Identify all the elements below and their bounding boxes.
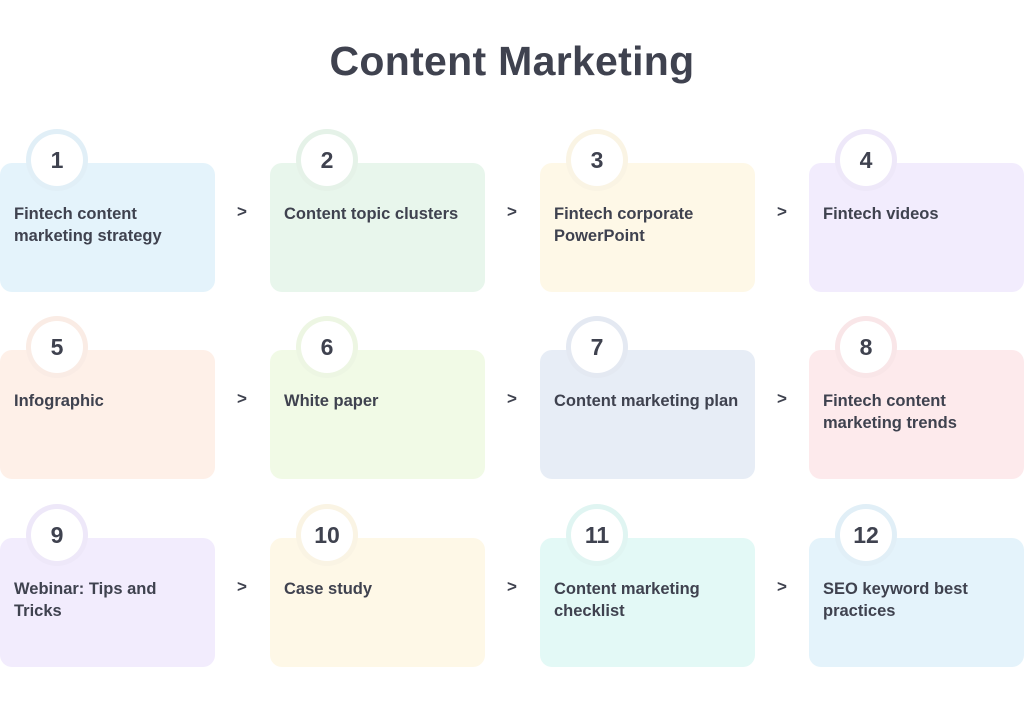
step-number-badge: 7 [571,321,623,373]
step-card-8: 8 Fintech content marketing trends [809,316,1024,479]
step-number-badge: 12 [840,509,892,561]
card-background [270,163,485,292]
card-background [270,350,485,479]
card-background [540,350,755,479]
step-number-badge: 5 [31,321,83,373]
step-number-badge: 8 [840,321,892,373]
chevron-right-icon: > [507,202,517,221]
step-number-badge: 6 [301,321,353,373]
step-card-9: 9 Webinar: Tips and Tricks [0,504,215,667]
step-card-10: 10 Case study [270,504,485,667]
step-number-badge: 3 [571,134,623,186]
step-number-badge: 2 [301,134,353,186]
step-label: Fintech content marketing strategy [14,205,162,245]
step-card-2: 2 Content topic clusters [270,129,485,292]
step-card-12: 12 SEO keyword best practices [809,504,1024,667]
step-card-6: 6 White paper [270,316,485,479]
chevron-right-icon: > [777,389,787,408]
step-number-badge: 1 [31,134,83,186]
chevron-right-icon: > [237,577,247,596]
step-card-5: 5 Infographic [0,316,215,479]
chevron-right-icon: > [777,577,787,596]
step-label: Fintech corporate PowerPoint [554,205,694,245]
step-number-badge: 4 [840,134,892,186]
step-number-badge: 10 [301,509,353,561]
card-background [270,538,485,667]
step-label: SEO keyword best practices [823,580,968,620]
step-number-badge: 11 [571,509,623,561]
step-number-badge: 9 [31,509,83,561]
step-label: Fintech content marketing trends [823,392,957,432]
step-card-4: 4 Fintech videos [809,129,1024,292]
chevron-right-icon: > [777,202,787,221]
step-label: White paper [284,392,379,410]
step-label: Webinar: Tips and Tricks [14,580,157,620]
chevron-right-icon: > [507,389,517,408]
step-card-11: 11 Content marketing checklist [540,504,755,667]
step-label: Fintech videos [823,205,939,223]
step-label: Content marketing checklist [554,580,700,620]
chevron-right-icon: > [237,389,247,408]
chevron-right-icon: > [507,577,517,596]
step-label: Case study [284,580,373,598]
step-card-1: 1 Fintech content marketing strategy [0,129,215,292]
step-label: Content topic clusters [284,205,459,223]
card-background [809,163,1024,292]
step-card-7: 7 Content marketing plan [540,316,755,479]
step-card-3: 3 Fintech corporate PowerPoint [540,129,755,292]
card-background [0,350,215,479]
page-title: Content Marketing [329,38,695,84]
chevron-right-icon: > [237,202,247,221]
step-label: Infographic [14,392,104,410]
step-label: Content marketing plan [554,392,739,410]
